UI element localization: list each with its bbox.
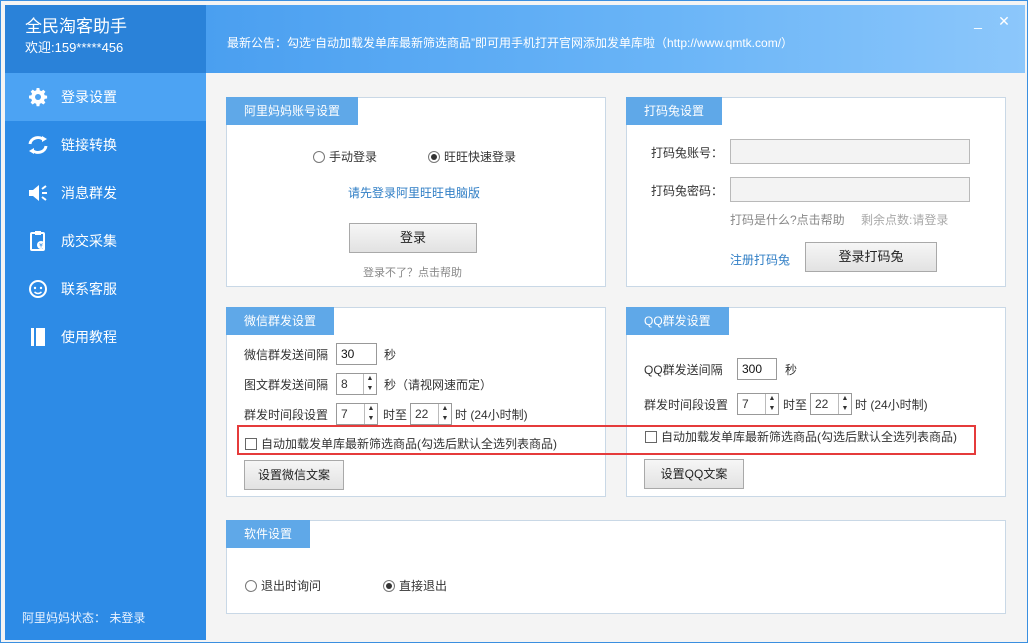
stepper-arrows-icon[interactable]: ▲ ▼ — [438, 404, 451, 424]
wechat-period-from-stepper[interactable]: 7 ▲ ▼ — [336, 403, 378, 425]
sidebar-item-mass-message[interactable]: 消息群发 — [5, 169, 206, 217]
radio-exit-directly[interactable]: 直接退出 — [383, 577, 447, 594]
login-hint: 请先登录阿里旺旺电脑版 — [348, 186, 481, 200]
alimama-panel-title: 阿里妈妈账号设置 — [226, 97, 359, 125]
captcha-help-link[interactable]: 打码是什么?点击帮助 — [730, 211, 845, 228]
captcha-panel: 打码兔设置 打码兔账号： 打码兔密码： 打码是什么?点击帮助 剩余点数:请登录 … — [626, 97, 1006, 287]
sidebar-item-login-settings[interactable]: 登录设置 — [5, 73, 206, 121]
qq-interval-label: QQ群发送间隔 — [644, 363, 723, 377]
stepper-value: 22 — [815, 397, 829, 411]
software-panel: 软件设置 退出时询问 直接退出 — [226, 520, 1006, 614]
welcome-user: 欢迎:159*****456 — [25, 40, 124, 55]
sidebar: 全民淘客助手 欢迎:159*****456 登录设置 链接转换 消息群发 ¥ 成… — [5, 5, 206, 640]
stepper-arrows-icon[interactable]: ▲ ▼ — [838, 394, 851, 414]
radio-circle — [428, 151, 440, 163]
radio-label: 旺旺快速登录 — [444, 150, 517, 164]
highlight-box — [237, 425, 976, 455]
gear-icon — [27, 86, 49, 108]
svg-text:¥: ¥ — [39, 243, 43, 250]
captcha-remaining-points: 剩余点数:请登录 — [861, 213, 949, 227]
login-button[interactable]: 登录 — [349, 223, 477, 253]
set-wechat-text-button[interactable]: 设置微信文案 — [244, 460, 344, 490]
qq-period-from-stepper[interactable]: 7 ▲ ▼ — [737, 393, 779, 415]
wechat-period-to-label: 时至 — [383, 408, 408, 422]
minimize-button[interactable]: _ — [970, 13, 986, 29]
radio-label: 手动登录 — [329, 150, 378, 164]
wechat-interval-label: 微信群发送间隔 — [244, 348, 329, 362]
wechat-image-interval-label: 图文群发送间隔 — [244, 378, 329, 392]
wechat-panel-title: 微信群发设置 — [226, 307, 335, 335]
stepper-value: 7 — [742, 397, 749, 411]
wechat-image-interval-unit: 秒（请视网速而定） — [384, 378, 493, 392]
sidebar-item-deal-collect[interactable]: ¥ 成交采集 — [5, 217, 206, 265]
radio-circle — [313, 151, 325, 163]
wechat-period-label: 群发时间段设置 — [244, 408, 329, 422]
radio-circle — [383, 580, 395, 592]
radio-wangwang-login[interactable]: 旺旺快速登录 — [428, 148, 516, 165]
captcha-password-input[interactable] — [730, 177, 970, 202]
radio-ask-on-exit[interactable]: 退出时询问 — [245, 577, 321, 594]
set-qq-text-button[interactable]: 设置QQ文案 — [644, 459, 744, 489]
captcha-register-link[interactable]: 注册打码兔 — [730, 251, 790, 268]
wechat-period-to-stepper[interactable]: 22 ▲ ▼ — [410, 403, 452, 425]
clipboard-icon: ¥ — [27, 230, 49, 252]
captcha-password-label: 打码兔密码： — [651, 184, 724, 198]
login-help-link[interactable]: 登录不了？点击帮助 — [363, 264, 462, 280]
sidebar-item-label: 使用教程 — [61, 329, 117, 345]
sidebar-item-label: 消息群发 — [61, 185, 117, 201]
software-panel-title: 软件设置 — [226, 520, 311, 548]
stepper-arrows-icon[interactable]: ▲ ▼ — [363, 374, 376, 394]
captcha-account-input[interactable] — [730, 139, 970, 164]
wechat-image-interval-stepper[interactable]: 8 ▲ ▼ — [336, 373, 377, 395]
captcha-panel-title: 打码兔设置 — [626, 97, 723, 125]
book-icon — [27, 326, 49, 348]
app-title: 全民淘客助手 — [25, 17, 127, 36]
qq-interval-unit: 秒 — [785, 363, 798, 377]
wechat-period-suffix: 时 (24小时制) — [455, 408, 528, 422]
stepper-arrows-icon[interactable]: ▲ ▼ — [364, 404, 377, 424]
radio-manual-login[interactable]: 手动登录 — [313, 148, 377, 165]
wechat-panel: 微信群发设置 微信群发送间隔 30 秒 图文群发送间隔 8 ▲ ▼ 秒（请视网速而… — [226, 307, 606, 497]
qq-panel: QQ群发设置 QQ群发送间隔 300 秒 群发时间段设置 7 ▲ ▼ 时至 22 … — [626, 307, 1006, 497]
sidebar-item-contact-support[interactable]: 联系客服 — [5, 265, 206, 313]
sidebar-item-label: 联系客服 — [61, 281, 117, 297]
refresh-icon — [27, 134, 49, 156]
close-button[interactable]: ✕ — [996, 13, 1012, 29]
support-icon — [27, 278, 49, 300]
wechat-interval-unit: 秒 — [384, 348, 397, 362]
captcha-login-button[interactable]: 登录打码兔 — [805, 242, 937, 272]
sidebar-item-tutorial[interactable]: 使用教程 — [5, 313, 206, 361]
qq-interval-input[interactable]: 300 — [737, 358, 777, 380]
radio-label: 退出时询问 — [261, 579, 322, 593]
stepper-value: 8 — [341, 377, 348, 391]
alimama-status: 阿里妈妈状态： 未登录 — [22, 611, 146, 625]
radio-circle — [245, 580, 257, 592]
qq-panel-title: QQ群发设置 — [626, 307, 729, 335]
wechat-interval-input[interactable]: 30 — [336, 343, 377, 365]
sidebar-item-label: 登录设置 — [61, 89, 117, 105]
sidebar-item-label: 成交采集 — [61, 233, 117, 249]
announcement[interactable]: 最新公告：勾选“自动加载发单库最新筛选商品”即可用手机打开官网添加发单库啦（ht… — [227, 34, 793, 51]
speaker-icon — [27, 182, 49, 204]
stepper-value: 7 — [341, 407, 348, 421]
stepper-arrows-icon[interactable]: ▲ ▼ — [765, 394, 778, 414]
qq-period-label: 群发时间段设置 — [644, 398, 729, 412]
alimama-panel: 阿里妈妈账号设置 手动登录 旺旺快速登录 请先登录阿里旺旺电脑版 登录 登录不了… — [226, 97, 606, 287]
header-bar: 最新公告：勾选“自动加载发单库最新筛选商品”即可用手机打开官网添加发单库啦（ht… — [206, 5, 1025, 73]
sidebar-item-link-convert[interactable]: 链接转换 — [5, 121, 206, 169]
stepper-value: 22 — [415, 407, 429, 421]
qq-period-to-stepper[interactable]: 22 ▲ ▼ — [810, 393, 852, 415]
radio-label: 直接退出 — [399, 579, 448, 593]
brand: 全民淘客助手 欢迎:159*****456 — [5, 5, 206, 73]
sidebar-item-label: 链接转换 — [61, 137, 117, 153]
sidebar-nav: 登录设置 链接转换 消息群发 ¥ 成交采集 联系客服 使用教程 — [5, 73, 206, 361]
qq-period-suffix: 时 (24小时制) — [855, 398, 928, 412]
qq-period-to-label: 时至 — [783, 398, 808, 412]
app-window: 全民淘客助手 欢迎:159*****456 登录设置 链接转换 消息群发 ¥ 成… — [0, 0, 1028, 643]
captcha-account-label: 打码兔账号： — [651, 146, 724, 160]
